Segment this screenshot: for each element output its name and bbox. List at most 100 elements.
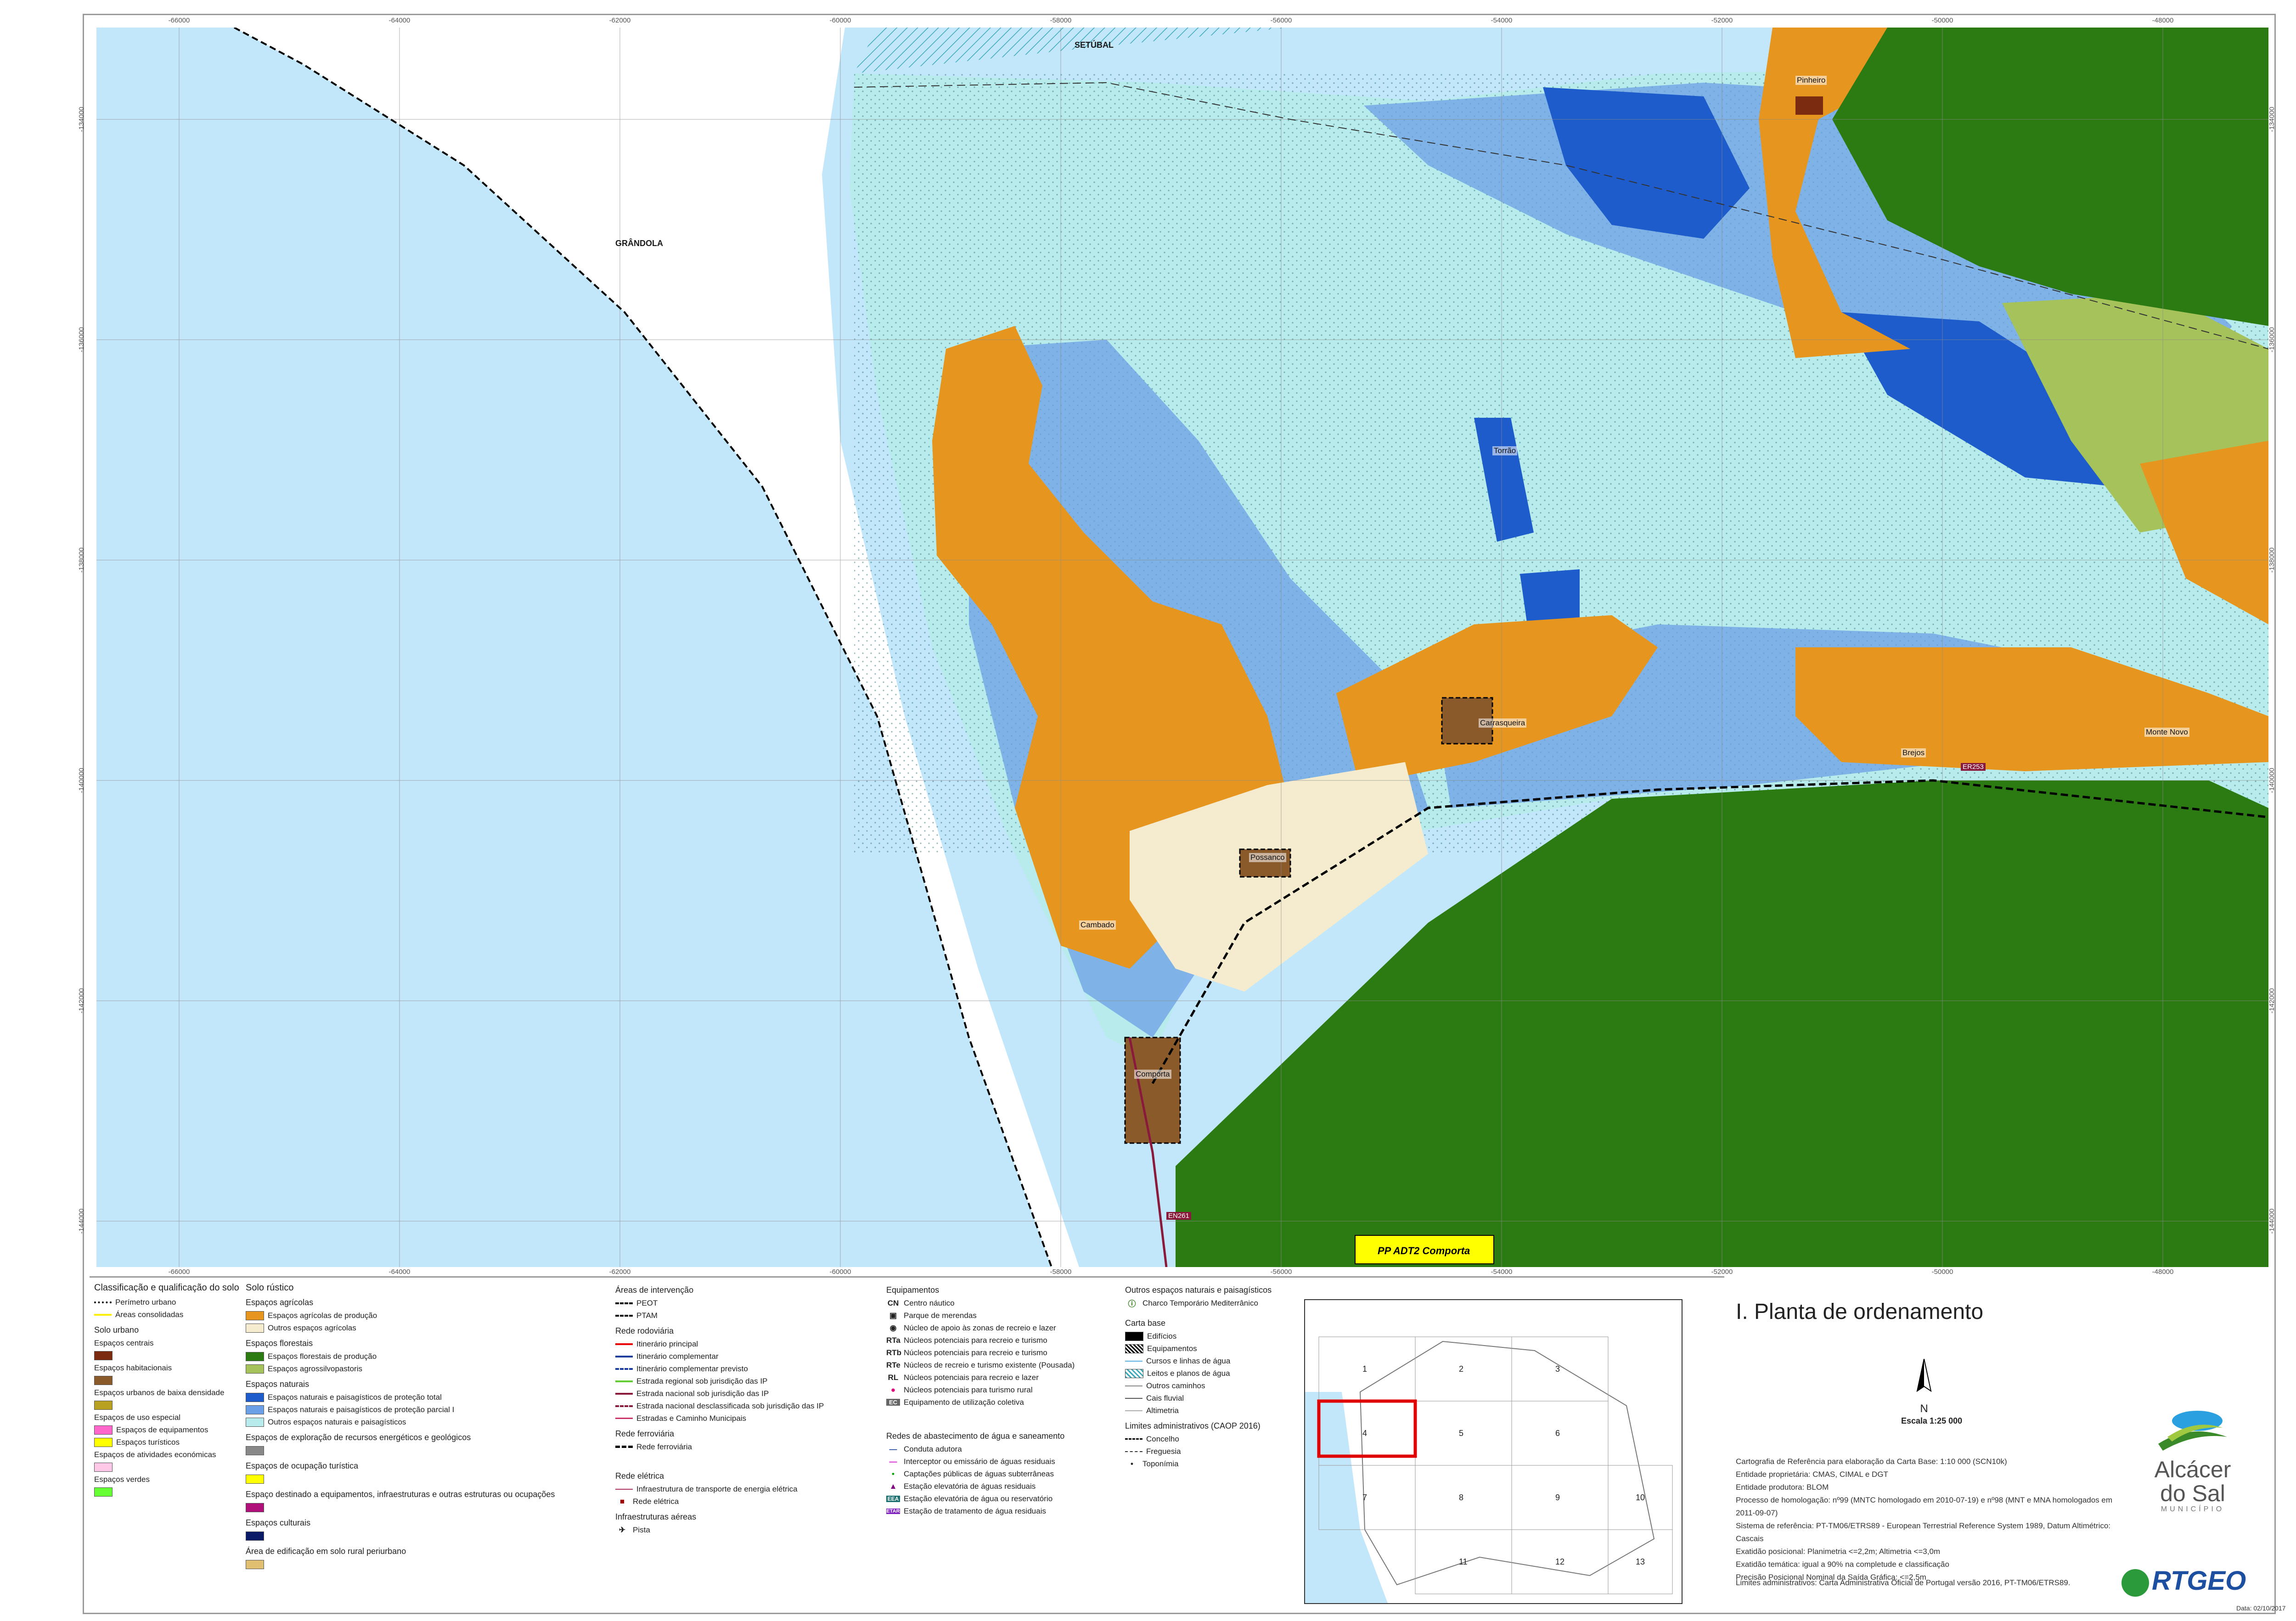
tick-bottom: -62000 xyxy=(609,1268,631,1276)
inset-cell[interactable]: 13 xyxy=(1636,1557,1645,1567)
tick-left: -144000 xyxy=(78,1208,86,1234)
place-torrao: Torrão xyxy=(1492,446,1518,455)
legend-item: Espaços agrícolas de produção xyxy=(246,1309,604,1322)
legend-item: Espaços de uso especial xyxy=(94,1413,181,1422)
legend-item: Cursos e linhas de água xyxy=(1125,1355,1295,1367)
inset-cell[interactable]: 12 xyxy=(1555,1557,1564,1567)
tick-bottom: -66000 xyxy=(168,1268,190,1276)
logo-text: MUNICÍPIO xyxy=(2161,1505,2225,1513)
legend-item: Espaços verdes xyxy=(94,1475,150,1484)
inset-cell[interactable]: 4 xyxy=(1362,1429,1367,1438)
code-icon: RL xyxy=(888,1373,899,1382)
tick-top: -54000 xyxy=(1491,17,1513,24)
legend-item: Itinerário complementar xyxy=(615,1350,872,1363)
swatch-icon xyxy=(246,1364,264,1374)
inset-cell[interactable]: 8 xyxy=(1459,1493,1463,1503)
well-icon: • xyxy=(892,1469,895,1478)
legend-item: ◉ Núcleo de apoio às zonas de recreio e l… xyxy=(886,1322,1107,1334)
legend-subheading: Equipamentos xyxy=(886,1285,940,1295)
tick-top: -52000 xyxy=(1711,17,1733,24)
legend-item: Espaços de atividades económicas xyxy=(94,1450,216,1459)
support-icon: ◉ xyxy=(889,1323,897,1332)
line-icon xyxy=(615,1355,633,1357)
legend-item: ✈ Pista xyxy=(615,1524,872,1536)
legend-item: Altimetria xyxy=(1125,1404,1295,1417)
legend-item: Estrada regional sob jurisdição das IP xyxy=(615,1375,872,1387)
place-monte-novo: Monte Novo xyxy=(2144,728,2189,737)
code-icon: CN xyxy=(887,1298,899,1307)
map-canvas[interactable] xyxy=(96,28,2268,1267)
inset-cell[interactable]: 6 xyxy=(1555,1429,1560,1438)
inset-cell[interactable]: 9 xyxy=(1555,1493,1560,1503)
legend-item xyxy=(246,1501,604,1514)
swatch-icon xyxy=(246,1446,264,1455)
swatch-icon xyxy=(246,1323,264,1333)
swatch-icon xyxy=(246,1503,264,1512)
legend-subheading: Espaços de ocupação turística xyxy=(246,1461,359,1470)
legend-item: RTa Núcleos potenciais para recreio e tur… xyxy=(886,1335,1047,1345)
legend-item xyxy=(246,1473,604,1485)
urban-pinheiro xyxy=(1795,96,1823,115)
legend-item: Concelho xyxy=(1125,1433,1295,1445)
legend-item: Estradas e Caminho Municipais xyxy=(615,1412,872,1425)
tick-right: -136000 xyxy=(2268,327,2276,353)
tick-left: -136000 xyxy=(78,327,86,353)
dash-line-icon xyxy=(1125,1438,1142,1440)
legend-heading: Solo rústico xyxy=(246,1283,294,1293)
legend-subheading: Espaços naturais xyxy=(246,1380,310,1389)
legend-subheading: Áreas de intervenção xyxy=(615,1285,694,1295)
inset-cell[interactable]: 11 xyxy=(1459,1557,1468,1567)
legend-subheading: Rede rodoviária xyxy=(615,1326,674,1335)
code-icon: EEA xyxy=(886,1495,900,1502)
inset-cell[interactable]: 10 xyxy=(1636,1493,1645,1503)
inset-cell[interactable]: 3 xyxy=(1555,1364,1560,1374)
legend-item: Espaços urbanos de baixa densidade xyxy=(94,1388,225,1397)
inset-cell[interactable]: 5 xyxy=(1459,1429,1463,1438)
swatch-icon xyxy=(94,1437,113,1447)
swatch-icon xyxy=(94,1425,113,1435)
tick-bottom: -56000 xyxy=(1270,1268,1292,1276)
legend-subheading: Infraestruturas aéreas xyxy=(615,1512,697,1521)
admin-note: Limites administrativos: Carta Administr… xyxy=(1736,1578,2071,1587)
legend-item: Áreas consolidadas xyxy=(94,1308,239,1321)
scale-label: Escala 1:25 000 xyxy=(1901,1416,1963,1425)
legend-item: Freguesia xyxy=(1125,1445,1295,1458)
code-icon: RTb xyxy=(886,1348,902,1357)
tick-bottom: -48000 xyxy=(2152,1268,2174,1276)
legend-item xyxy=(94,1486,239,1498)
legend-subheading: Espaço destinado a equipamentos, infraes… xyxy=(246,1490,555,1499)
legend-item: ▲ Estação elevatória de águas residuais xyxy=(886,1480,1107,1492)
legend-subheading: Espaços florestais xyxy=(246,1339,313,1348)
legend-col-soil-classes: Classificação e qualificação do solo Per… xyxy=(94,1281,239,1498)
legend-item: Espaços turísticos xyxy=(94,1436,239,1448)
inset-map[interactable]: 1 2 3 4 5 6 7 8 9 10 11 12 13 xyxy=(1304,1299,1683,1604)
page-title: I. Planta de ordenamento xyxy=(1736,1300,1984,1324)
legend-col-infrastructure: Áreas de intervenção PEOT PTAM Rede rodo… xyxy=(615,1281,872,1536)
meta-line: Sistema de referência: PT-TM06/ETRS89 - … xyxy=(1736,1521,2111,1543)
legend-item: Itinerário complementar previsto xyxy=(615,1363,872,1375)
dash-line-icon xyxy=(94,1301,112,1303)
legend-item: Itinerário principal xyxy=(615,1338,872,1350)
legend-item: EC Equipamento de utilização coletiva xyxy=(886,1396,1107,1408)
inset-cell[interactable]: 2 xyxy=(1459,1364,1463,1374)
rural-tourism-icon: ● xyxy=(890,1385,896,1394)
line-icon xyxy=(615,1405,633,1407)
legend-item xyxy=(246,1444,604,1457)
tick-top: -66000 xyxy=(168,17,190,24)
meta-line: Processo de homologação: nº99 (MNTC homo… xyxy=(1736,1496,2113,1517)
legend-subheading: Outros espaços naturais e paisagísticos xyxy=(1125,1285,1272,1295)
inset-cell[interactable]: 1 xyxy=(1362,1364,1367,1374)
alcacer-logo-icon xyxy=(2158,1411,2227,1451)
legend-item: PTAM xyxy=(615,1309,872,1322)
legend-subheading: Limites administrativos (CAOP 2016) xyxy=(1125,1421,1261,1430)
place-carrasqueira: Carrasqueira xyxy=(1479,718,1527,728)
swatch-icon xyxy=(1125,1369,1143,1378)
info-icon: ⓘ xyxy=(1128,1300,1136,1308)
place-pinheiro: Pinheiro xyxy=(1795,76,1827,85)
inset-cell[interactable]: 7 xyxy=(1362,1493,1367,1503)
sewer-icon: — xyxy=(889,1457,897,1466)
line-icon xyxy=(1125,1360,1142,1362)
legend-item: Espaços agrossilvopastoris xyxy=(246,1363,604,1375)
tick-left: -138000 xyxy=(78,547,86,573)
legend-subheading: Área de edificação em solo rural periurb… xyxy=(246,1547,406,1556)
